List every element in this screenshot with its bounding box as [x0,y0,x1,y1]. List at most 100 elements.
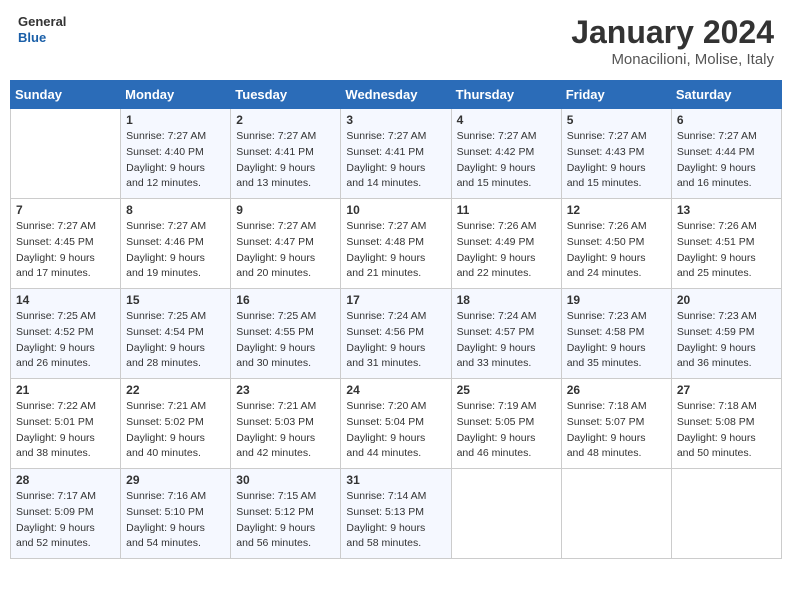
calendar-cell: 29 Sunrise: 7:16 AMSunset: 5:10 PMDayligh… [121,469,231,559]
day-number: 25 [457,383,556,397]
day-info: Sunrise: 7:27 AMSunset: 4:44 PMDaylight:… [677,129,776,192]
day-info: Sunrise: 7:27 AMSunset: 4:41 PMDaylight:… [346,129,445,192]
logo-general: General [18,14,66,29]
day-number: 22 [126,383,225,397]
day-info: Sunrise: 7:26 AMSunset: 4:51 PMDaylight:… [677,219,776,282]
calendar-cell: 21 Sunrise: 7:22 AMSunset: 5:01 PMDayligh… [11,379,121,469]
day-number: 23 [236,383,335,397]
month-title: January 2024 [571,14,774,51]
day-info: Sunrise: 7:27 AMSunset: 4:40 PMDaylight:… [126,129,225,192]
calendar-cell: 24 Sunrise: 7:20 AMSunset: 5:04 PMDayligh… [341,379,451,469]
day-info: Sunrise: 7:17 AMSunset: 5:09 PMDaylight:… [16,489,115,552]
day-info: Sunrise: 7:27 AMSunset: 4:48 PMDaylight:… [346,219,445,282]
day-info: Sunrise: 7:25 AMSunset: 4:52 PMDaylight:… [16,309,115,372]
calendar-cell: 27 Sunrise: 7:18 AMSunset: 5:08 PMDayligh… [671,379,781,469]
calendar-cell [11,109,121,199]
day-info: Sunrise: 7:14 AMSunset: 5:13 PMDaylight:… [346,489,445,552]
calendar-cell: 5Sunrise: 7:27 AMSunset: 4:43 PMDaylight… [561,109,671,199]
day-number: 29 [126,473,225,487]
calendar-cell: 10 Sunrise: 7:27 AMSunset: 4:48 PMDayligh… [341,199,451,289]
weekday-header-monday: Monday [121,81,231,109]
calendar-cell [451,469,561,559]
day-number: 20 [677,293,776,307]
logo: General Blue General Blue [18,14,66,45]
day-info: Sunrise: 7:27 AMSunset: 4:43 PMDaylight:… [567,129,666,192]
day-info: Sunrise: 7:18 AMSunset: 5:07 PMDaylight:… [567,399,666,462]
calendar-cell: 19Sunrise: 7:23 AMSunset: 4:58 PMDayligh… [561,289,671,379]
day-number: 7 [16,203,115,217]
day-number: 8 [126,203,225,217]
day-info: Sunrise: 7:22 AMSunset: 5:01 PMDaylight:… [16,399,115,462]
calendar-cell: 25 Sunrise: 7:19 AMSunset: 5:05 PMDayligh… [451,379,561,469]
day-number: 6 [677,113,776,127]
day-info: Sunrise: 7:27 AMSunset: 4:41 PMDaylight:… [236,129,335,192]
weekday-header-thursday: Thursday [451,81,561,109]
day-number: 17 [346,293,445,307]
calendar-cell [671,469,781,559]
day-number: 4 [457,113,556,127]
weekday-header-row: SundayMondayTuesdayWednesdayThursdayFrid… [11,81,782,109]
day-number: 9 [236,203,335,217]
day-number: 26 [567,383,666,397]
calendar-week-2: 7 Sunrise: 7:27 AMSunset: 4:45 PMDaylight… [11,199,782,289]
day-number: 12 [567,203,666,217]
logo-blue: Blue [18,30,46,45]
calendar-cell: 17 Sunrise: 7:24 AMSunset: 4:56 PMDayligh… [341,289,451,379]
day-number: 30 [236,473,335,487]
calendar-cell: 18 Sunrise: 7:24 AMSunset: 4:57 PMDayligh… [451,289,561,379]
calendar-cell: 22Sunrise: 7:21 AMSunset: 5:02 PMDayligh… [121,379,231,469]
day-number: 16 [236,293,335,307]
weekday-header-sunday: Sunday [11,81,121,109]
day-info: Sunrise: 7:21 AMSunset: 5:03 PMDaylight:… [236,399,335,462]
calendar-week-4: 21 Sunrise: 7:22 AMSunset: 5:01 PMDayligh… [11,379,782,469]
calendar-cell: 20 Sunrise: 7:23 AMSunset: 4:59 PMDayligh… [671,289,781,379]
day-number: 14 [16,293,115,307]
day-number: 27 [677,383,776,397]
day-info: Sunrise: 7:19 AMSunset: 5:05 PMDaylight:… [457,399,556,462]
day-info: Sunrise: 7:27 AMSunset: 4:45 PMDaylight:… [16,219,115,282]
page-header: General Blue General Blue January 2024 M… [10,10,782,72]
day-info: Sunrise: 7:23 AMSunset: 4:59 PMDaylight:… [677,309,776,372]
day-info: Sunrise: 7:15 AMSunset: 5:12 PMDaylight:… [236,489,335,552]
day-info: Sunrise: 7:27 AMSunset: 4:42 PMDaylight:… [457,129,556,192]
calendar-cell: 11Sunrise: 7:26 AMSunset: 4:49 PMDayligh… [451,199,561,289]
calendar-cell: 23 Sunrise: 7:21 AMSunset: 5:03 PMDayligh… [231,379,341,469]
day-info: Sunrise: 7:25 AMSunset: 4:55 PMDaylight:… [236,309,335,372]
calendar-cell: 6 Sunrise: 7:27 AMSunset: 4:44 PMDaylight… [671,109,781,199]
day-number: 11 [457,203,556,217]
day-number: 2 [236,113,335,127]
calendar-cell: 26 Sunrise: 7:18 AMSunset: 5:07 PMDayligh… [561,379,671,469]
location-title: Monacilioni, Molise, Italy [571,51,774,68]
weekday-header-friday: Friday [561,81,671,109]
day-number: 13 [677,203,776,217]
title-block: January 2024 Monacilioni, Molise, Italy [571,14,774,68]
day-number: 18 [457,293,556,307]
calendar-week-1: 1 Sunrise: 7:27 AMSunset: 4:40 PMDaylight… [11,109,782,199]
day-info: Sunrise: 7:27 AMSunset: 4:46 PMDaylight:… [126,219,225,282]
day-number: 15 [126,293,225,307]
day-number: 10 [346,203,445,217]
day-number: 24 [346,383,445,397]
day-info: Sunrise: 7:24 AMSunset: 4:57 PMDaylight:… [457,309,556,372]
day-number: 19 [567,293,666,307]
calendar-cell [561,469,671,559]
calendar-cell: 31Sunrise: 7:14 AMSunset: 5:13 PMDayligh… [341,469,451,559]
calendar-cell: 30 Sunrise: 7:15 AMSunset: 5:12 PMDayligh… [231,469,341,559]
weekday-header-tuesday: Tuesday [231,81,341,109]
calendar-cell: 16 Sunrise: 7:25 AMSunset: 4:55 PMDayligh… [231,289,341,379]
calendar-cell: 14 Sunrise: 7:25 AMSunset: 4:52 PMDayligh… [11,289,121,379]
day-info: Sunrise: 7:16 AMSunset: 5:10 PMDaylight:… [126,489,225,552]
calendar-week-3: 14 Sunrise: 7:25 AMSunset: 4:52 PMDayligh… [11,289,782,379]
day-info: Sunrise: 7:18 AMSunset: 5:08 PMDaylight:… [677,399,776,462]
day-number: 21 [16,383,115,397]
day-info: Sunrise: 7:25 AMSunset: 4:54 PMDaylight:… [126,309,225,372]
calendar-cell: 1 Sunrise: 7:27 AMSunset: 4:40 PMDaylight… [121,109,231,199]
calendar-cell: 2 Sunrise: 7:27 AMSunset: 4:41 PMDaylight… [231,109,341,199]
day-info: Sunrise: 7:27 AMSunset: 4:47 PMDaylight:… [236,219,335,282]
calendar-cell: 28Sunrise: 7:17 AMSunset: 5:09 PMDayligh… [11,469,121,559]
calendar-table: SundayMondayTuesdayWednesdayThursdayFrid… [10,80,782,559]
day-info: Sunrise: 7:20 AMSunset: 5:04 PMDaylight:… [346,399,445,462]
calendar-cell: 12Sunrise: 7:26 AMSunset: 4:50 PMDayligh… [561,199,671,289]
day-info: Sunrise: 7:24 AMSunset: 4:56 PMDaylight:… [346,309,445,372]
day-number: 1 [126,113,225,127]
